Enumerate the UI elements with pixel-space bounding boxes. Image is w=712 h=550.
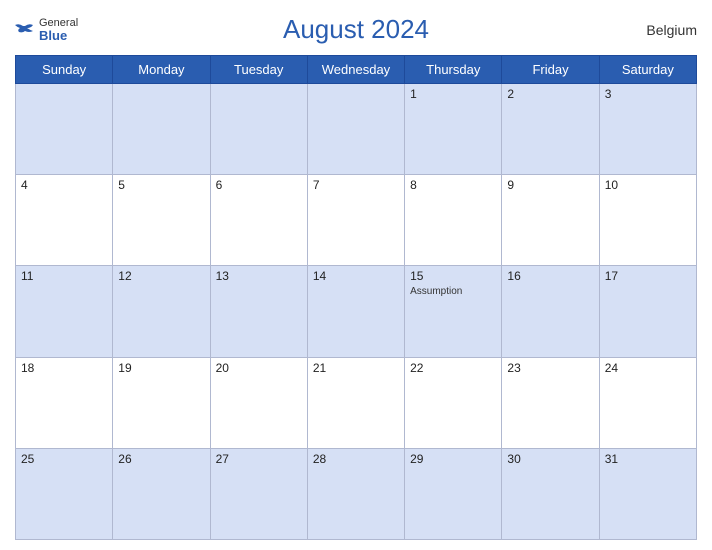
- day-number: 16: [507, 269, 593, 283]
- weekday-header: Thursday: [405, 56, 502, 84]
- calendar-day-cell: 5: [113, 175, 210, 266]
- day-number: 3: [605, 87, 691, 101]
- calendar-day-cell: 4: [16, 175, 113, 266]
- calendar-day-cell: 13: [210, 266, 307, 357]
- weekday-header: Saturday: [599, 56, 696, 84]
- day-number: 13: [216, 269, 302, 283]
- calendar-day-cell: [16, 84, 113, 175]
- country-label: Belgium: [646, 22, 697, 38]
- calendar-day-cell: 26: [113, 448, 210, 539]
- calendar-week-row: 123: [16, 84, 697, 175]
- calendar-week-row: 18 19 20 21 22 23 24: [16, 357, 697, 448]
- bird-icon: [15, 23, 35, 37]
- day-number: 29: [410, 452, 496, 466]
- day-number: 9: [507, 178, 593, 192]
- day-number: 30: [507, 452, 593, 466]
- calendar-day-cell: 16: [502, 266, 599, 357]
- weekday-header: Monday: [113, 56, 210, 84]
- calendar-day-cell: [307, 84, 404, 175]
- day-number: 24: [605, 361, 691, 375]
- day-number: 31: [605, 452, 691, 466]
- calendar-day-cell: 11: [16, 266, 113, 357]
- day-number: 19: [118, 361, 204, 375]
- weekday-header: Tuesday: [210, 56, 307, 84]
- calendar-day-cell: 27: [210, 448, 307, 539]
- day-number: 4: [21, 178, 107, 192]
- calendar-table: SundayMondayTuesdayWednesdayThursdayFrid…: [15, 55, 697, 540]
- calendar-day-cell: [210, 84, 307, 175]
- day-number: 11: [21, 269, 107, 283]
- calendar-day-cell: [113, 84, 210, 175]
- calendar-day-cell: 3: [599, 84, 696, 175]
- calendar-day-cell: 1: [405, 84, 502, 175]
- day-number: 14: [313, 269, 399, 283]
- weekday-header: Friday: [502, 56, 599, 84]
- calendar-week-row: 456789 10: [16, 175, 697, 266]
- calendar-day-cell: 30: [502, 448, 599, 539]
- day-number: 17: [605, 269, 691, 283]
- calendar-body: 123456789101112131415Assumption161718192…: [16, 84, 697, 540]
- day-number: 27: [216, 452, 302, 466]
- day-number: 7: [313, 178, 399, 192]
- calendar-day-cell: 21: [307, 357, 404, 448]
- calendar-header: General Blue August 2024 Belgium: [15, 10, 697, 49]
- day-number: 10: [605, 178, 691, 192]
- day-number: 25: [21, 452, 107, 466]
- day-number: 12: [118, 269, 204, 283]
- calendar-day-cell: 10: [599, 175, 696, 266]
- calendar-day-cell: 23: [502, 357, 599, 448]
- day-number: 22: [410, 361, 496, 375]
- calendar-day-cell: 8: [405, 175, 502, 266]
- logo-blue-text: Blue: [39, 29, 78, 42]
- day-number: 1: [410, 87, 496, 101]
- weekday-header: Wednesday: [307, 56, 404, 84]
- calendar-day-cell: 28: [307, 448, 404, 539]
- calendar-week-row: 11 12 13 14 15 Assumption 16 17: [16, 266, 697, 357]
- day-number: 2: [507, 87, 593, 101]
- day-number: 20: [216, 361, 302, 375]
- calendar-day-cell: 6: [210, 175, 307, 266]
- calendar-day-cell: 2: [502, 84, 599, 175]
- calendar-day-cell: 17: [599, 266, 696, 357]
- calendar-day-cell: 18: [16, 357, 113, 448]
- day-event: Assumption: [410, 286, 462, 297]
- calendar-day-cell: 22: [405, 357, 502, 448]
- calendar-day-cell: 25: [16, 448, 113, 539]
- logo-general-text: General: [39, 18, 78, 29]
- calendar-week-row: 25 26 27 28 29 30 31: [16, 448, 697, 539]
- calendar-day-cell: 31: [599, 448, 696, 539]
- day-number: 26: [118, 452, 204, 466]
- day-number: 8: [410, 178, 496, 192]
- weekday-header: Sunday: [16, 56, 113, 84]
- logo: General Blue: [15, 18, 78, 42]
- day-number: 21: [313, 361, 399, 375]
- calendar-day-cell: 24: [599, 357, 696, 448]
- calendar-title: August 2024: [283, 14, 429, 45]
- day-number: 28: [313, 452, 399, 466]
- calendar-day-cell: 14: [307, 266, 404, 357]
- calendar-day-cell: 19: [113, 357, 210, 448]
- calendar-day-cell: 7: [307, 175, 404, 266]
- calendar-day-cell: 15 Assumption: [405, 266, 502, 357]
- day-number: 5: [118, 178, 204, 192]
- calendar-day-cell: 20: [210, 357, 307, 448]
- calendar-day-cell: 9: [502, 175, 599, 266]
- calendar-day-cell: 12: [113, 266, 210, 357]
- day-number: 15: [410, 269, 496, 283]
- weekday-row: SundayMondayTuesdayWednesdayThursdayFrid…: [16, 56, 697, 84]
- calendar-header-row: SundayMondayTuesdayWednesdayThursdayFrid…: [16, 56, 697, 84]
- day-number: 6: [216, 178, 302, 192]
- day-number: 23: [507, 361, 593, 375]
- day-number: 18: [21, 361, 107, 375]
- calendar-day-cell: 29: [405, 448, 502, 539]
